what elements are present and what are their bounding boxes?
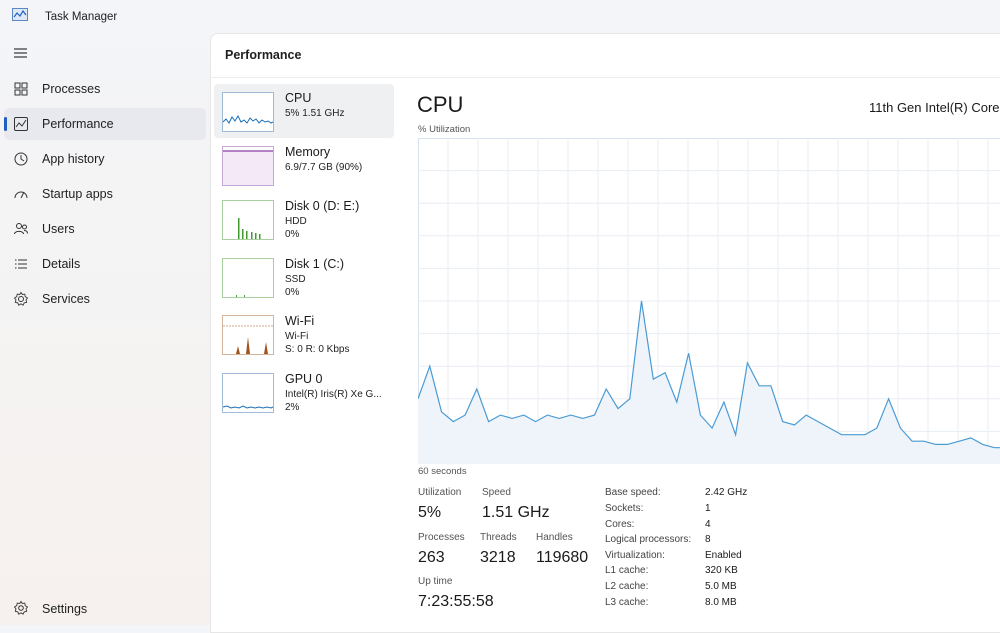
cpu-model-name: 11th Gen Intel(R) Core — [869, 100, 1000, 115]
spec-value: 1 — [705, 503, 711, 514]
spec-key: L3 cache: — [605, 597, 648, 608]
threads-value: 3218 — [480, 549, 516, 567]
processes-value: 263 — [418, 549, 445, 567]
processes-icon — [13, 81, 29, 97]
device-stat: S: 0 R: 0 Kbps — [285, 344, 349, 355]
device-name: Disk 0 (D: E:) — [285, 199, 359, 213]
nav-label: Users — [42, 222, 75, 236]
handles-label: Handles — [536, 532, 573, 543]
users-icon — [13, 221, 29, 237]
spec-value: 5.0 MB — [705, 581, 737, 592]
main-panel: Performance CPU 5% 1.51 GHz Memory 6.9/7… — [210, 33, 1000, 633]
device-name: CPU — [285, 91, 311, 105]
uptime-value: 7:23:55:58 — [418, 593, 494, 611]
spec-value: Enabled — [705, 550, 742, 561]
device-type: Wi-Fi — [285, 331, 308, 342]
wifi-thumbnail-graph — [222, 315, 274, 355]
device-type: HDD — [285, 216, 307, 227]
nav-item-processes[interactable]: Processes — [4, 73, 206, 105]
detail-title: CPU — [417, 92, 463, 118]
selection-indicator — [4, 117, 7, 131]
device-model: Intel(R) Iris(R) Xe G... — [285, 389, 382, 400]
nav-item-services[interactable]: Services — [4, 283, 206, 315]
spec-value: 8 — [705, 534, 711, 545]
task-manager-icon — [12, 8, 28, 21]
spec-value: 8.0 MB — [705, 597, 737, 608]
spec-key: Base speed: — [605, 487, 661, 498]
device-name: Memory — [285, 145, 330, 159]
utilization-axis-label: % Utilization — [418, 124, 470, 135]
cpu-thumbnail-graph — [222, 92, 274, 132]
nav-item-startup-apps[interactable]: Startup apps — [4, 178, 206, 210]
device-stat: 0% — [285, 287, 299, 298]
device-name: Wi-Fi — [285, 314, 314, 328]
header-divider — [211, 77, 1000, 78]
nav-item-settings[interactable]: Settings — [4, 593, 206, 623]
device-stat: 0% — [285, 229, 299, 240]
spec-key: Cores: — [605, 519, 634, 530]
settings-gear-icon — [13, 600, 29, 616]
nav-label: Performance — [42, 117, 114, 131]
spec-key: Virtualization: — [605, 550, 665, 561]
speed-label: Speed — [482, 487, 511, 498]
spec-value: 4 — [705, 519, 711, 530]
nav-item-app-history[interactable]: App history — [4, 143, 206, 175]
nav-item-details[interactable]: Details — [4, 248, 206, 280]
device-memory[interactable]: Memory 6.9/7.7 GB (90%) — [214, 138, 394, 192]
device-disk-0[interactable]: Disk 0 (D: E:) HDD 0% — [214, 192, 394, 246]
nav-label: App history — [42, 152, 105, 166]
spec-value: 2.42 GHz — [705, 487, 747, 498]
details-icon — [13, 256, 29, 272]
spec-key: Logical processors: — [605, 534, 691, 545]
device-name: Disk 1 (C:) — [285, 257, 344, 271]
device-stat: 6.9/7.7 GB (90%) — [285, 162, 362, 173]
nav-label: Services — [42, 292, 90, 306]
spec-key: L1 cache: — [605, 565, 648, 576]
spec-key: L2 cache: — [605, 581, 648, 592]
services-icon — [13, 291, 29, 307]
threads-label: Threads — [480, 532, 517, 543]
startup-apps-icon — [13, 186, 29, 202]
window-title: Task Manager — [45, 11, 117, 23]
app-history-icon — [13, 151, 29, 167]
device-name: GPU 0 — [285, 372, 323, 386]
nav-label: Processes — [42, 82, 100, 96]
memory-thumbnail-graph — [222, 146, 274, 186]
spec-value: 320 KB — [705, 565, 738, 576]
processes-label: Processes — [418, 532, 465, 543]
disk0-thumbnail-graph — [222, 200, 274, 240]
performance-icon — [13, 116, 29, 132]
device-stat: 2% — [285, 402, 299, 413]
speed-value: 1.51 GHz — [482, 504, 550, 522]
uptime-label: Up time — [418, 576, 452, 587]
device-wifi[interactable]: Wi-Fi Wi-Fi S: 0 R: 0 Kbps — [214, 307, 394, 361]
nav-label: Startup apps — [42, 187, 113, 201]
device-cpu[interactable]: CPU 5% 1.51 GHz — [214, 84, 394, 138]
gpu-thumbnail-graph — [222, 373, 274, 413]
settings-label: Settings — [42, 602, 87, 616]
time-span-label: 60 seconds — [418, 466, 467, 477]
nav-item-performance[interactable]: Performance — [4, 108, 206, 140]
device-type: SSD — [285, 274, 306, 285]
device-stat: 5% 1.51 GHz — [285, 108, 344, 119]
utilization-label: Utilization — [418, 487, 461, 498]
cpu-utilization-graph — [418, 138, 1000, 464]
title-bar: Task Manager — [0, 0, 1000, 36]
device-disk-1[interactable]: Disk 1 (C:) SSD 0% — [214, 250, 394, 304]
device-gpu-0[interactable]: GPU 0 Intel(R) Iris(R) Xe G... 2% — [214, 365, 394, 419]
utilization-value: 5% — [418, 504, 441, 522]
hamburger-menu-icon[interactable] — [10, 43, 30, 63]
handles-value: 119680 — [536, 549, 588, 567]
nav-label: Details — [42, 257, 80, 271]
page-title: Performance — [225, 48, 301, 62]
nav-item-users[interactable]: Users — [4, 213, 206, 245]
spec-key: Sockets: — [605, 503, 643, 514]
disk1-thumbnail-graph — [222, 258, 274, 298]
